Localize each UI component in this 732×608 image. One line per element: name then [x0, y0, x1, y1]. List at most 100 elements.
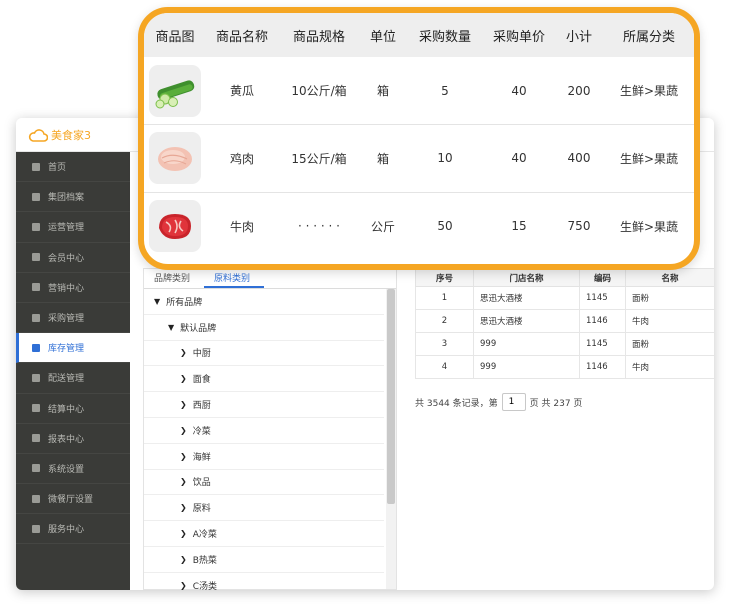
tree-node[interactable]: ❯ 西厨 [144, 392, 384, 418]
cell-unit: 箱 [360, 124, 406, 193]
column-header: 单位 [360, 13, 406, 57]
table-row[interactable]: 4 999 1146 牛肉 [415, 355, 714, 379]
sidebar-item-group-archive[interactable]: 集团档案 [16, 182, 130, 213]
caret-right-icon[interactable]: ❯ [180, 452, 187, 461]
tree-node-label: 面食 [192, 375, 211, 386]
sidebar-item-inventory[interactable]: 库存管理 [16, 333, 130, 364]
cell-code: 1146 [579, 355, 626, 379]
tree-node[interactable]: ❯ 中厨 [144, 341, 384, 367]
cart-icon [32, 313, 40, 322]
cell-store: 999 [473, 355, 580, 379]
caret-right-icon[interactable]: ❯ [180, 503, 187, 512]
table-row[interactable]: 鸡肉 15公斤/箱 箱 10 40 400 生鲜>果蔬 [144, 124, 694, 193]
cell-price: 40 [484, 57, 554, 125]
sidebar-item-system-settings[interactable]: 系统设置 [16, 454, 130, 485]
fork-knife-icon [32, 494, 40, 503]
logo[interactable]: 美食家3 [28, 127, 91, 143]
sidebar-item-operations[interactable]: 运营管理 [16, 212, 130, 243]
scrollbar-thumb[interactable] [387, 289, 395, 504]
tree-node[interactable]: ❯ B热菜 [144, 547, 384, 573]
sidebar-item-label: 系统设置 [48, 464, 85, 475]
sidebar-item-delivery[interactable]: 配送管理 [16, 363, 130, 394]
cell-image [144, 57, 206, 125]
table-row[interactable]: 2 思迅大酒楼 1146 牛肉 [415, 309, 714, 333]
tree-node[interactable]: ❯ A冷菜 [144, 521, 384, 547]
tree-scrollbar[interactable] [386, 289, 396, 589]
inventory-table: 序号 门店名称 编码 名称 1 思迅大酒楼 1145 面粉 2 思迅大酒楼 11… [415, 268, 714, 379]
caret-right-icon[interactable]: ❯ [180, 400, 187, 409]
cell-spec: 10公斤/箱 [278, 57, 360, 125]
column-header: 小计 [554, 13, 604, 57]
sidebar-item-home[interactable]: 首页 [16, 152, 130, 183]
tree-node[interactable]: ❯ 面食 [144, 366, 384, 393]
tree-node[interactable]: ❯ C汤类 [144, 573, 384, 590]
page-number-input[interactable] [501, 393, 526, 411]
caret-right-icon[interactable]: ❯ [180, 555, 187, 564]
sidebar-item-reports[interactable]: 报表中心 [16, 424, 130, 454]
caret-right-icon[interactable]: ❯ [180, 477, 187, 486]
cell-spec: 15公斤/箱 [278, 124, 360, 193]
cell-store: 思迅大酒楼 [473, 309, 580, 333]
cell-store: 思迅大酒楼 [473, 286, 580, 310]
cell-name: 黄瓜 [206, 57, 278, 125]
cucumber-image [149, 64, 201, 117]
caret-down-icon[interactable]: ▼ [168, 323, 174, 332]
caret-down-icon[interactable]: ▼ [154, 297, 160, 306]
table-row[interactable]: 3 999 1145 面粉 [415, 332, 714, 356]
cell-index: 1 [415, 286, 474, 310]
cell-name: 面粉 [625, 286, 714, 310]
caret-right-icon[interactable]: ❯ [180, 374, 187, 383]
caret-right-icon[interactable]: ❯ [180, 581, 187, 590]
table-row[interactable]: 牛肉 · · · · · · 公斤 50 15 750 生鲜>果蔬 [144, 192, 694, 260]
popup-header-row: 商品图 商品名称 商品规格 单位 采购数量 采购单价 小计 所属分类 [144, 13, 694, 57]
column-header[interactable]: 编码 [579, 268, 626, 287]
cell-name: 牛肉 [229, 219, 254, 234]
tab-brand-category[interactable]: 品牌类别 [144, 269, 204, 288]
sidebar-item-members[interactable]: 会员中心 [16, 243, 130, 273]
service-icon [32, 524, 40, 533]
sidebar-item-label: 配送管理 [48, 374, 85, 385]
table-row[interactable]: 1 思迅大酒楼 1145 面粉 [415, 286, 714, 310]
sidebar-item-service[interactable]: 服务中心 [16, 514, 130, 545]
cell-image [144, 124, 206, 193]
tree-node[interactable]: ❯ 饮品 [144, 470, 384, 496]
column-header[interactable]: 门店名称 [473, 268, 580, 287]
tree-node[interactable]: ▼ 所有品牌 [144, 289, 384, 315]
tree-node[interactable]: ❯ 原料 [144, 495, 384, 522]
column-header: 商品名称 [206, 13, 278, 57]
money-icon [32, 404, 40, 413]
sidebar-item-label: 库存管理 [48, 344, 85, 355]
file-icon [32, 192, 40, 201]
purchase-detail-popup: 商品图 商品名称 商品规格 单位 采购数量 采购单价 小计 所属分类 黄瓜 10… [138, 7, 700, 270]
chicken-image [149, 132, 201, 185]
tree-node-label: 中厨 [192, 349, 211, 360]
tree-node-label: 默认品牌 [180, 323, 217, 334]
sidebar-item-settlement[interactable]: 结算中心 [16, 394, 130, 424]
pagination-prefix: 共 3544 条记录，第 [415, 398, 498, 409]
tree-node[interactable]: ❯ 海鲜 [144, 444, 384, 470]
caret-right-icon[interactable]: ❯ [180, 426, 187, 435]
cell-store: 999 [473, 332, 580, 356]
tree-node-label: 海鲜 [192, 452, 211, 463]
tree-node-label: C汤类 [192, 581, 217, 590]
tree-node-label: 西厨 [192, 401, 211, 412]
inventory-table-panel: 序号 门店名称 编码 名称 1 思迅大酒楼 1145 面粉 2 思迅大酒楼 11… [415, 268, 714, 411]
tree-node[interactable]: ❯ 冷菜 [144, 418, 384, 444]
cell-code: 1146 [579, 309, 626, 333]
caret-right-icon[interactable]: ❯ [180, 529, 187, 538]
caret-right-icon[interactable]: ❯ [180, 348, 187, 357]
cell-unit: 箱 [360, 57, 406, 125]
tab-material-category[interactable]: 原料类别 [204, 269, 264, 288]
sidebar-item-marketing[interactable]: 营销中心 [16, 273, 130, 303]
table-row[interactable]: 黄瓜 10公斤/箱 箱 5 40 200 生鲜>果蔬 [144, 57, 694, 125]
sidebar-item-label: 报表中心 [48, 434, 85, 445]
column-header[interactable]: 序号 [415, 268, 474, 287]
bar-chart-icon [32, 222, 40, 231]
tree-node[interactable]: ▼ 默认品牌 [144, 315, 384, 341]
cell-image [144, 192, 206, 260]
column-header[interactable]: 名称 [625, 268, 714, 287]
sidebar-item-purchasing[interactable]: 采购管理 [16, 303, 130, 334]
report-icon [32, 434, 40, 443]
sidebar-item-micro-restaurant[interactable]: 微餐厅设置 [16, 484, 130, 515]
sidebar-item-label: 微餐厅设置 [48, 495, 94, 506]
